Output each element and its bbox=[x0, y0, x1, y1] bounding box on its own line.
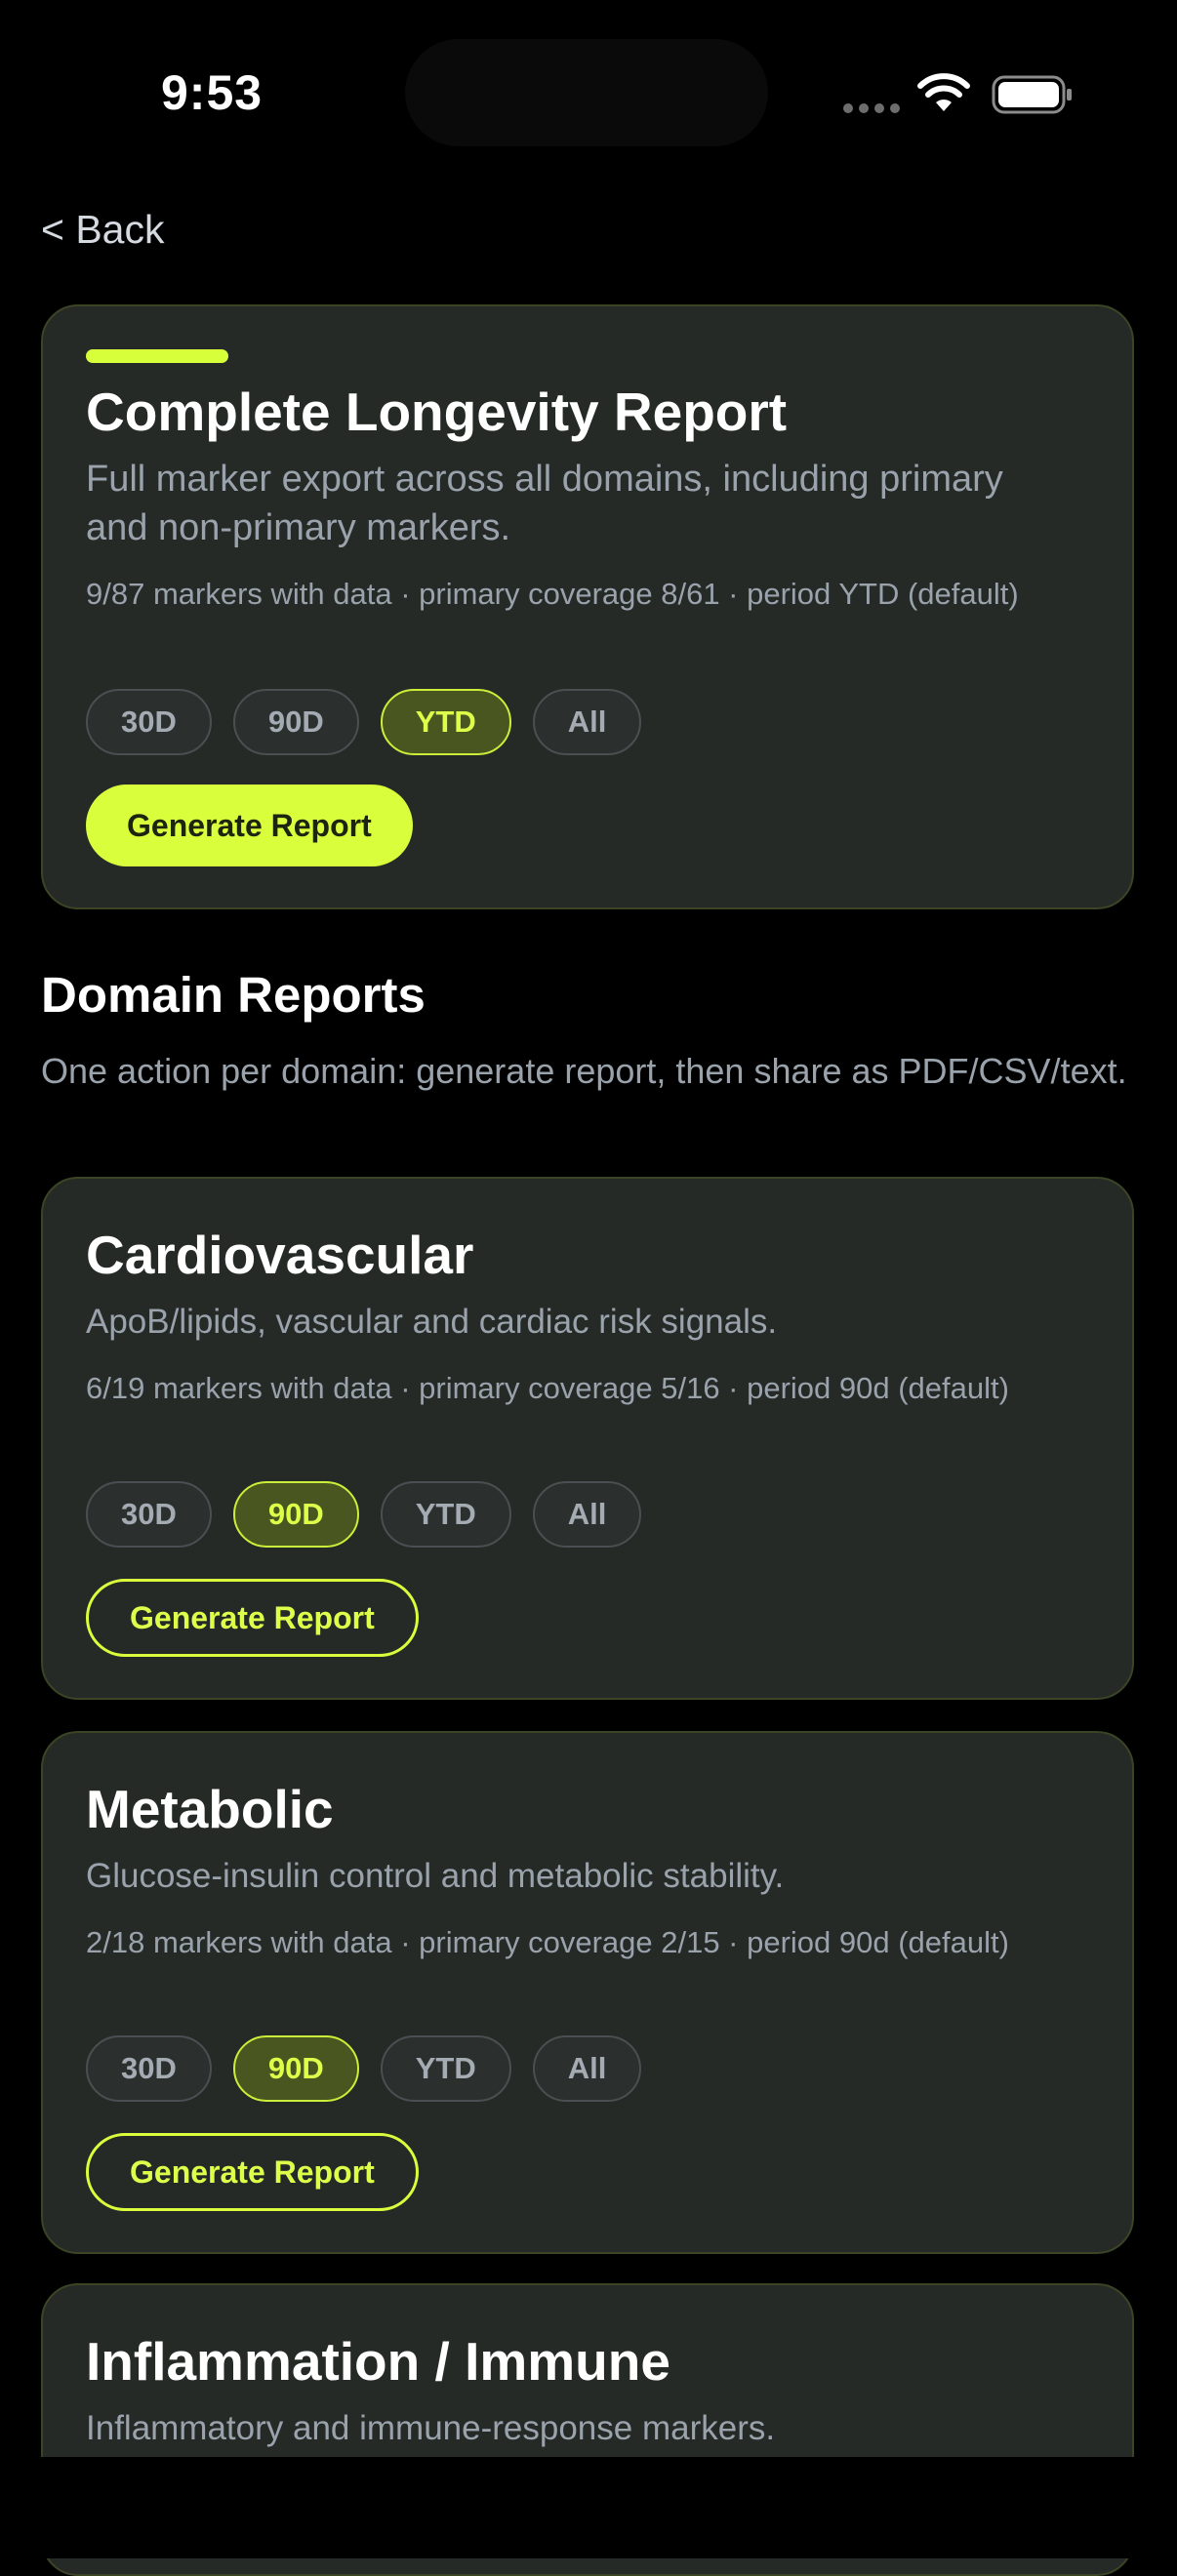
period-selector: 30D 90D YTD All bbox=[86, 2035, 642, 2102]
card-title: Metabolic bbox=[86, 1779, 334, 1839]
card-meta: 6/19 markers with data · primary coverag… bbox=[86, 1371, 1009, 1405]
period-chip-30d[interactable]: 30D bbox=[86, 1481, 212, 1548]
period-selector: 30D 90D YTD All bbox=[86, 1481, 642, 1548]
domain-card-cardiovascular: Cardiovascular ApoB/lipids, vascular and… bbox=[41, 1177, 1134, 1700]
period-chip-90d[interactable]: 90D bbox=[232, 689, 359, 755]
cellular-signal-icon bbox=[843, 103, 900, 113]
period-chip-ytd[interactable]: YTD bbox=[380, 689, 511, 755]
generate-report-button[interactable]: Generate Report bbox=[86, 1579, 419, 1657]
period-chip-30d[interactable]: 30D bbox=[86, 2035, 212, 2102]
card-description: Glucose-insulin control and metabolic st… bbox=[86, 1857, 785, 1895]
generate-report-button[interactable]: Generate Report bbox=[86, 2133, 419, 2211]
card-title: Cardiovascular bbox=[86, 1225, 474, 1285]
period-chip-ytd[interactable]: YTD bbox=[380, 1481, 511, 1548]
period-chip-all[interactable]: All bbox=[532, 2035, 642, 2102]
section-title: Domain Reports bbox=[41, 967, 426, 1023]
card-description: ApoB/lipids, vascular and cardiac risk s… bbox=[86, 1303, 778, 1341]
period-selector: 30D 90D YTD All bbox=[86, 689, 642, 755]
dynamic-island bbox=[405, 39, 768, 146]
period-chip-90d[interactable]: 90D bbox=[232, 2035, 359, 2102]
status-bar: 9:53 bbox=[0, 0, 1177, 195]
card-meta: 2/18 markers with data · primary coverag… bbox=[86, 1925, 1009, 1959]
period-chip-all[interactable]: All bbox=[532, 1481, 642, 1548]
domain-card-metabolic: Metabolic Glucose-insulin control and me… bbox=[41, 1731, 1134, 2254]
battery-icon bbox=[992, 75, 1072, 114]
section-subtitle: One action per domain: generate report, … bbox=[41, 1051, 1127, 1091]
back-button[interactable]: < Back bbox=[41, 207, 164, 253]
card-title: Inflammation / Immune bbox=[86, 2331, 670, 2392]
card-description: Full marker export across all domains, i… bbox=[86, 459, 1003, 548]
card-meta: 9/87 markers with data · primary coverag… bbox=[86, 577, 1019, 611]
full-report-card: Complete Longevity Report Full marker ex… bbox=[41, 304, 1134, 909]
generate-report-button[interactable]: Generate Report bbox=[86, 785, 413, 866]
period-chip-ytd[interactable]: YTD bbox=[380, 2035, 511, 2102]
period-chip-30d[interactable]: 30D bbox=[86, 689, 212, 755]
period-chip-all[interactable]: All bbox=[532, 689, 642, 755]
period-chip-90d[interactable]: 90D bbox=[232, 1481, 359, 1548]
status-time: 9:53 bbox=[161, 65, 264, 120]
bottom-safe-area bbox=[0, 2457, 1177, 2558]
card-title: Complete Longevity Report bbox=[86, 382, 788, 442]
wifi-icon bbox=[917, 73, 970, 111]
card-description: Inflammatory and immune-response markers… bbox=[86, 2409, 776, 2447]
card-accent-bar bbox=[86, 349, 228, 363]
